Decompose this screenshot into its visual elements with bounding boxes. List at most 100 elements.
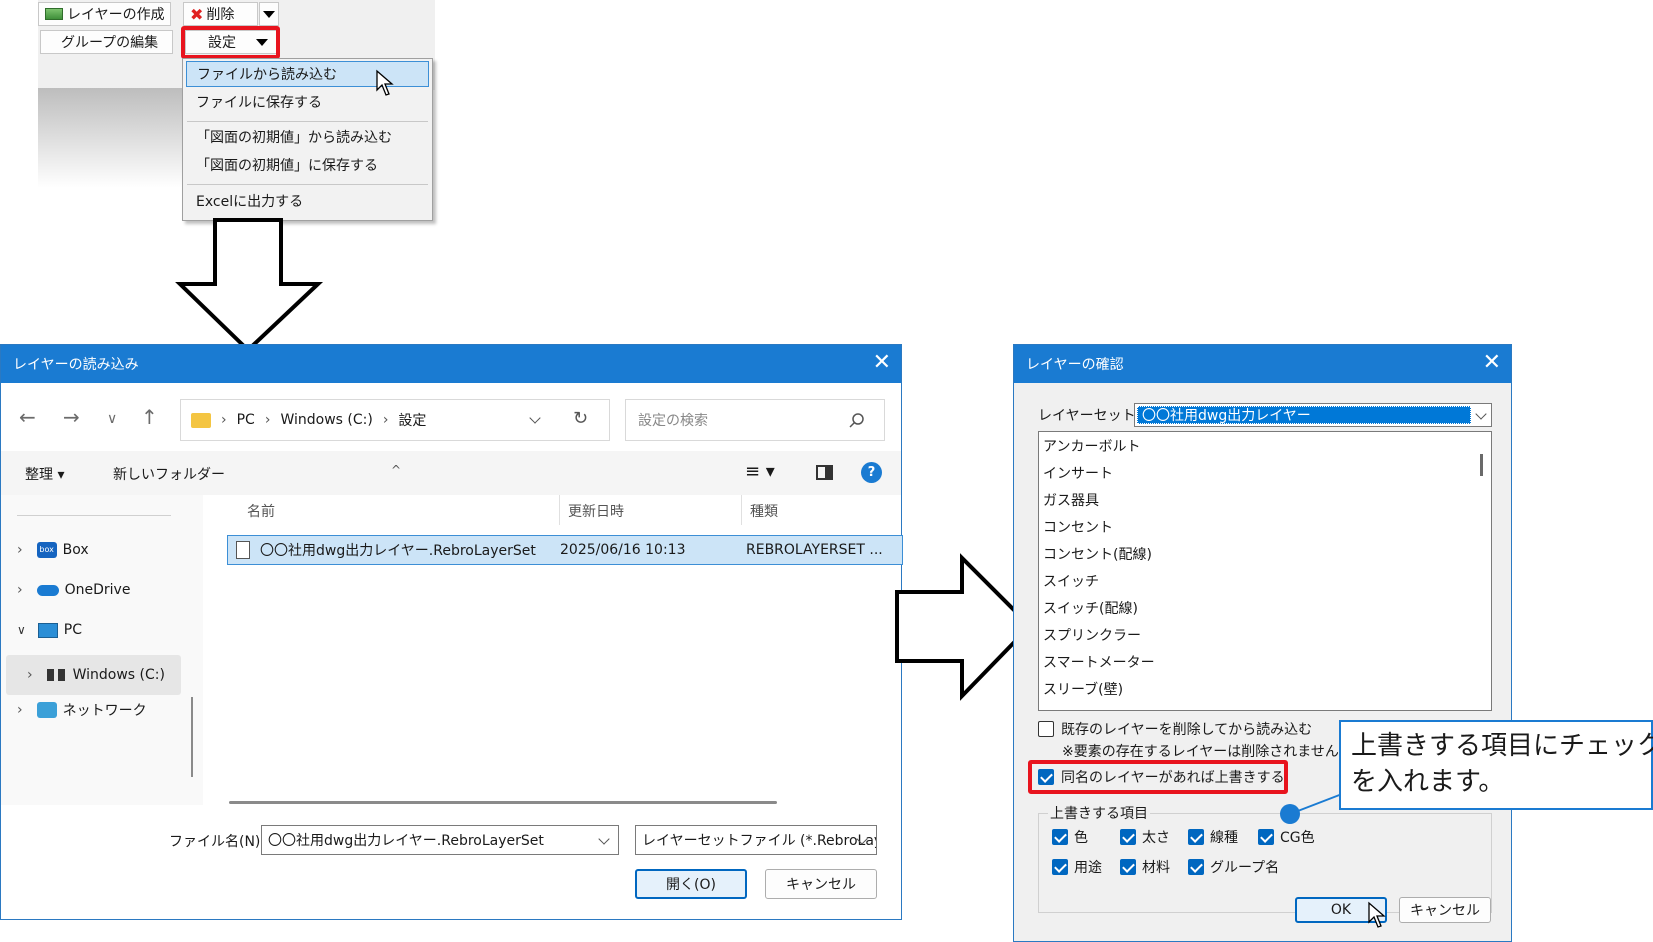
file-icon (236, 541, 250, 559)
monitor-icon (37, 622, 58, 638)
panel-background (38, 88, 185, 188)
breadcrumb-separator-icon: › (264, 412, 271, 428)
overwrite-group-label: 上書きする項目 (1048, 803, 1150, 823)
chevron-down-icon: ∨ (17, 623, 26, 637)
view-menu-icon[interactable]: ≡ ▾ (745, 461, 775, 482)
layer-list[interactable]: アンカーボルト インサート ガス器具 コンセント コンセント(配線) スイッチ … (1038, 431, 1492, 711)
file-row[interactable]: 〇〇社用dwg出力レイヤー.RebroLayerSet 2025/06/16 1… (227, 535, 903, 565)
column-header-name[interactable]: 名前 (247, 501, 275, 521)
overwrite-color-label: 色 (1074, 830, 1088, 846)
delete-dropdown-button[interactable] (259, 2, 279, 26)
overwrite-thickness-checkbox[interactable] (1120, 829, 1136, 845)
sidebar-scrollbar[interactable] (191, 697, 193, 777)
list-item[interactable]: インサート (1043, 459, 1113, 486)
search-input[interactable]: 設定の検索 (625, 399, 885, 441)
column-header-modified[interactable]: 更新日時 (568, 501, 624, 521)
dialog-title-bar: レイヤーの確認 ✕ (1014, 345, 1511, 383)
close-icon[interactable]: ✕ (873, 351, 891, 375)
new-folder-button[interactable]: 新しいフォルダー (113, 464, 225, 484)
breadcrumb-pc[interactable]: PC (237, 412, 255, 428)
list-item[interactable]: ガス器具 (1043, 486, 1099, 513)
sidebar-item-onedrive[interactable]: › OneDrive (17, 575, 130, 605)
cancel-button[interactable]: キャンセル (765, 869, 877, 899)
filename-field[interactable]: 〇〇社用dwg出力レイヤー.RebroLayerSet (261, 825, 619, 855)
list-item[interactable]: アンカーボルト (1043, 432, 1140, 459)
address-bar[interactable]: › PC › Windows (C:) › 設定 ↻ (180, 399, 610, 441)
cancel-button[interactable]: キャンセル (1399, 897, 1491, 923)
list-item[interactable]: コンセント (1043, 513, 1113, 540)
delete-existing-checkbox[interactable] (1038, 721, 1054, 737)
menu-item-save-to-defaults[interactable]: 「図面の初期値」に保存する (186, 152, 429, 178)
refresh-icon[interactable]: ↻ (573, 408, 588, 429)
down-arrow-icon (175, 218, 324, 353)
sidebar-item-pc[interactable]: ∨ PC (17, 615, 82, 645)
list-item[interactable]: スプリンクラー (1043, 621, 1141, 648)
open-button[interactable]: 開く(O) (635, 869, 747, 899)
callout-dot (1280, 804, 1300, 824)
preview-pane-icon[interactable] (816, 465, 833, 480)
organize-button[interactable]: 整理 ▾ (25, 464, 64, 484)
breadcrumb-drive[interactable]: Windows (C:) (280, 412, 372, 428)
delete-button[interactable]: ✖ 削除 (183, 2, 258, 26)
edit-group-button[interactable]: グループの編集 (40, 30, 173, 54)
list-scrollbar[interactable] (1480, 454, 1483, 476)
callout-note: 上書きする項目にチェック を入れます。 (1339, 720, 1653, 810)
divider (17, 515, 171, 516)
dialog-title: レイヤーの読み込み (13, 357, 139, 373)
create-layer-button[interactable]: レイヤーの作成 (38, 2, 171, 26)
network-icon (36, 702, 57, 718)
menu-separator (187, 184, 428, 185)
list-item[interactable]: スイッチ (1043, 567, 1099, 594)
forward-arrow-icon[interactable]: → (63, 405, 80, 429)
chevron-right-icon: › (17, 582, 23, 598)
filetype-select[interactable]: レイヤーセットファイル (*.RebroLaye (635, 825, 877, 855)
chevron-right-icon: › (27, 667, 33, 683)
list-item[interactable]: コンセント(配線) (1043, 540, 1152, 567)
sidebar-item-windows-c[interactable]: › Windows (C:) (27, 660, 165, 690)
column-header-type[interactable]: 種類 (750, 501, 778, 521)
overwrite-usage-checkbox[interactable] (1052, 859, 1068, 875)
list-item[interactable]: スリーブ(壁) (1043, 675, 1123, 702)
navigation-pane: › box Box › OneDrive ∨ PC › Windows (C:)… (1, 495, 203, 805)
file-type: REBROLAYERSET ... (746, 542, 883, 558)
layer-set-label: レイヤーセット (1038, 408, 1136, 424)
overwrite-group-name-checkbox[interactable] (1188, 859, 1204, 875)
mouse-cursor-icon (376, 69, 394, 96)
menu-separator (187, 121, 428, 122)
overwrite-highlight-box (1028, 760, 1288, 794)
load-layer-dialog: レイヤーの読み込み ✕ ← → ∨ ↑ › PC › Windows (C:) … (0, 344, 903, 920)
chevron-down-icon (1475, 408, 1487, 420)
breadcrumb-folder[interactable]: 設定 (398, 410, 426, 430)
column-divider (741, 495, 742, 525)
back-arrow-icon[interactable]: ← (19, 405, 36, 429)
overwrite-linetype-checkbox[interactable] (1188, 829, 1204, 845)
breadcrumb-separator-icon: › (221, 412, 227, 428)
menu-item-export-excel[interactable]: Excelに出力する (186, 188, 429, 214)
menu-item-load-from-defaults[interactable]: 「図面の初期値」から読み込む (186, 124, 429, 150)
delete-note: ※要素の存在するレイヤーは削除されません (1062, 744, 1339, 760)
sidebar-item-box[interactable]: › box Box (17, 535, 89, 565)
settings-highlight-box (181, 26, 280, 59)
list-item[interactable]: スイッチ(配線) (1043, 594, 1138, 621)
close-icon[interactable]: ✕ (1483, 351, 1501, 375)
overwrite-group-name-label: グループ名 (1210, 860, 1280, 876)
overwrite-usage-label: 用途 (1074, 860, 1102, 876)
overwrite-material-checkbox[interactable] (1120, 859, 1136, 875)
box-icon: box (36, 542, 57, 558)
sidebar-item-network[interactable]: › ネットワーク (17, 695, 147, 725)
help-icon[interactable]: ? (861, 462, 882, 483)
drive-icon (46, 669, 65, 681)
overwrite-color-checkbox[interactable] (1052, 829, 1068, 845)
chevron-down-icon[interactable] (529, 412, 541, 424)
chevron-right-icon: › (17, 542, 23, 558)
overwrite-thickness-label: 太さ (1142, 830, 1170, 846)
list-item[interactable]: スマートメーター (1043, 648, 1155, 675)
column-divider (559, 495, 560, 525)
delete-x-icon: ✖ (190, 4, 204, 24)
overwrite-cg-color-label: CG色 (1280, 830, 1315, 846)
overwrite-cg-color-checkbox[interactable] (1258, 829, 1274, 845)
horizontal-scrollbar[interactable] (229, 801, 777, 804)
layer-set-select[interactable]: 〇〇社用dwg出力レイヤー (1134, 403, 1492, 427)
recent-chevron-icon[interactable]: ∨ (107, 411, 117, 427)
up-arrow-icon[interactable]: ↑ (141, 405, 158, 429)
